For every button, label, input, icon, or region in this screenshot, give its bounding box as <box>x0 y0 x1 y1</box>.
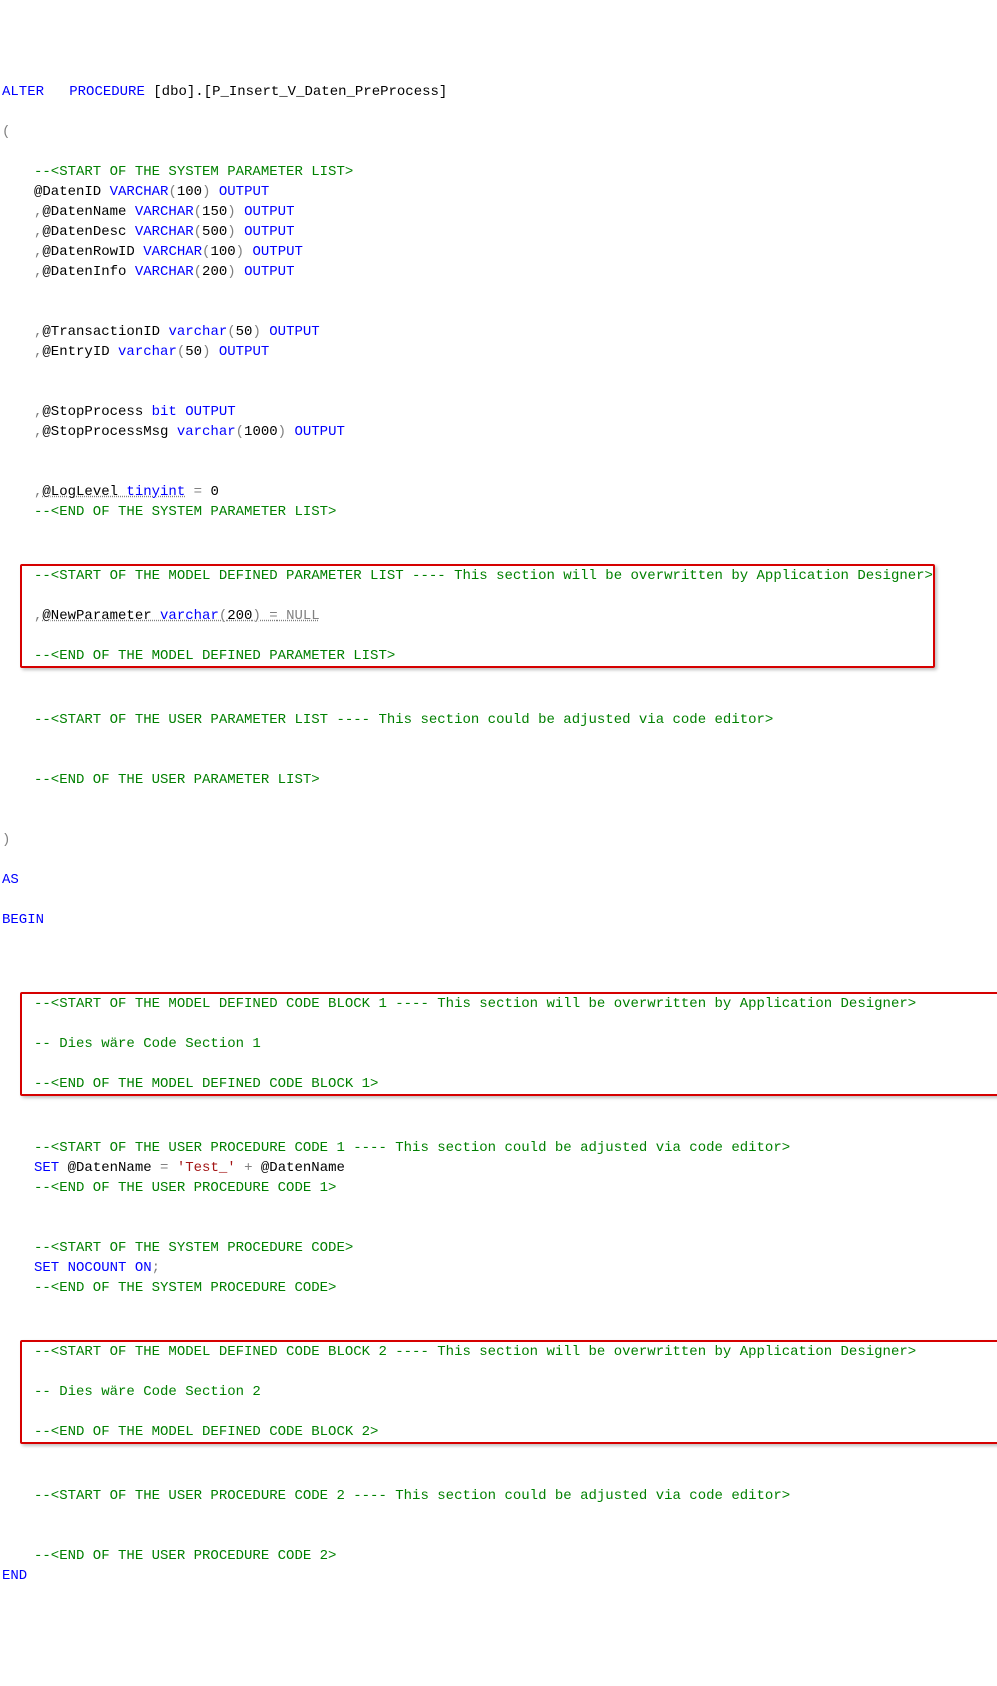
blank-line <box>2 282 997 302</box>
param-name: @DatenID <box>34 184 110 200</box>
comment: --<END OF THE SYSTEM PROCEDURE CODE> <box>34 1280 336 1296</box>
code-line: --<START OF THE USER PROCEDURE CODE 2 --… <box>2 1486 790 1506</box>
code-line: --<END OF THE USER PROCEDURE CODE 1> <box>2 1178 336 1198</box>
comment: --<END OF THE MODEL DEFINED PARAMETER LI… <box>34 648 395 664</box>
code-line: AS <box>2 870 997 890</box>
type: VARCHAR <box>110 184 169 200</box>
code-line: ,@DatenName VARCHAR(150) OUTPUT <box>2 202 295 222</box>
code-line: --<END OF THE USER PROCEDURE CODE 2> <box>2 1546 336 1566</box>
keyword-as: AS <box>2 872 19 888</box>
code-line: --<START OF THE USER PROCEDURE CODE 1 --… <box>2 1138 790 1158</box>
comment: -- Dies wäre Code Section 1 <box>34 1036 261 1052</box>
comment: --<END OF THE USER PROCEDURE CODE 1> <box>34 1180 336 1196</box>
comment: --<START OF THE USER PROCEDURE CODE 2 --… <box>34 1488 790 1504</box>
code-line: --<START OF THE MODEL DEFINED CODE BLOCK… <box>34 1342 997 1362</box>
comment: --<END OF THE MODEL DEFINED CODE BLOCK 2… <box>34 1424 378 1440</box>
code-line: BEGIN <box>2 910 997 930</box>
comment: --<START OF THE MODEL DEFINED CODE BLOCK… <box>34 1344 916 1360</box>
code-line: ) <box>2 830 997 850</box>
code-line: ( <box>2 122 997 142</box>
keyword-alter: ALTER <box>2 84 44 100</box>
code-line: SET @DatenName = 'Test_' + @DatenName <box>2 1158 345 1178</box>
blank-line <box>2 670 997 690</box>
code-line: --<START OF THE SYSTEM PROCEDURE CODE> <box>2 1238 353 1258</box>
code-line: --<END OF THE MODEL DEFINED CODE BLOCK 2… <box>34 1422 997 1442</box>
code-line: --<START OF THE MODEL DEFINED CODE BLOCK… <box>34 994 997 1014</box>
comment: --<START OF THE SYSTEM PARAMETER LIST> <box>34 164 353 180</box>
blank-line <box>2 950 997 970</box>
blank-line <box>2 362 997 382</box>
code-line: ,@LogLevel tinyint = 0 <box>2 482 219 502</box>
blank-line <box>2 1446 997 1466</box>
comment: --<END OF THE MODEL DEFINED CODE BLOCK 1… <box>34 1076 378 1092</box>
code-line: @DatenID VARCHAR(100) OUTPUT <box>2 182 269 202</box>
comment: --<END OF THE SYSTEM PARAMETER LIST> <box>34 504 336 520</box>
comment: --<END OF THE USER PROCEDURE CODE 2> <box>34 1548 336 1564</box>
code-line: ,@DatenRowID VARCHAR(100) OUTPUT <box>2 242 303 262</box>
blank-line <box>2 790 997 810</box>
highlight-box-model-params: --<START OF THE MODEL DEFINED PARAMETER … <box>20 564 935 668</box>
code-line: --<END OF THE SYSTEM PROCEDURE CODE> <box>2 1278 336 1298</box>
code-line: ,@DatenDesc VARCHAR(500) OUTPUT <box>2 222 295 242</box>
code-line: ,@NewParameter varchar(200) = NULL <box>34 606 933 626</box>
blank-line <box>2 442 997 462</box>
code-line: --<END OF THE MODEL DEFINED CODE BLOCK 1… <box>34 1074 997 1094</box>
blank-line <box>2 1198 997 1218</box>
blank-line <box>2 522 997 542</box>
code-line: --<START OF THE MODEL DEFINED PARAMETER … <box>34 566 933 586</box>
close-paren: ) <box>2 832 10 848</box>
comment: --<START OF THE MODEL DEFINED PARAMETER … <box>34 568 933 584</box>
param-name: @NewParameter <box>42 608 160 624</box>
code-line: --<START OF THE USER PARAMETER LIST ----… <box>2 710 773 730</box>
code-line: --<END OF THE MODEL DEFINED PARAMETER LI… <box>34 646 933 666</box>
code-line: END <box>2 1566 997 1586</box>
keyword-begin: BEGIN <box>2 912 44 928</box>
proc-name: [dbo].[P_Insert_V_Daten_PreProcess] <box>145 84 447 100</box>
code-line: ,@StopProcess bit OUTPUT <box>2 402 236 422</box>
comment: --<START OF THE USER PROCEDURE CODE 1 --… <box>34 1140 790 1156</box>
string-literal: 'Test_' <box>168 1160 244 1176</box>
code-line: -- Dies wäre Code Section 2 <box>34 1382 997 1402</box>
code-line: --<START OF THE SYSTEM PARAMETER LIST> <box>2 162 353 182</box>
comment: --<START OF THE SYSTEM PROCEDURE CODE> <box>34 1240 353 1256</box>
open-paren: ( <box>2 124 10 140</box>
blank-line <box>2 730 997 750</box>
code-line: ,@StopProcessMsg varchar(1000) OUTPUT <box>2 422 345 442</box>
keyword-end: END <box>2 1568 27 1584</box>
comment: --<END OF THE USER PARAMETER LIST> <box>34 772 320 788</box>
blank-line <box>2 1506 997 1526</box>
code-line: -- Dies wäre Code Section 1 <box>34 1034 997 1054</box>
comment: --<START OF THE USER PARAMETER LIST ----… <box>34 712 773 728</box>
code-line: ,@DatenInfo VARCHAR(200) OUTPUT <box>2 262 295 282</box>
blank-line <box>2 1298 997 1318</box>
blank-line <box>2 1098 997 1118</box>
code-line: ALTER PROCEDURE [dbo].[P_Insert_V_Daten_… <box>2 82 997 102</box>
output: OUTPUT <box>219 184 269 200</box>
param-name: @LogLevel <box>42 484 126 500</box>
code-line: SET NOCOUNT ON; <box>2 1258 160 1278</box>
keyword-set: SET <box>34 1260 59 1276</box>
code-line: --<END OF THE USER PARAMETER LIST> <box>2 770 320 790</box>
param-name: @DatenName <box>42 204 134 220</box>
keyword-set: SET <box>34 1160 59 1176</box>
comment: --<START OF THE MODEL DEFINED CODE BLOCK… <box>34 996 916 1012</box>
highlight-box-block2: --<START OF THE MODEL DEFINED CODE BLOCK… <box>20 1340 997 1444</box>
type: VARCHAR <box>135 204 194 220</box>
code-line: --<END OF THE SYSTEM PARAMETER LIST> <box>2 502 336 522</box>
code-line: ,@TransactionID varchar(50) OUTPUT <box>2 322 320 342</box>
num: 100 <box>177 184 202 200</box>
highlight-box-block1: --<START OF THE MODEL DEFINED CODE BLOCK… <box>20 992 997 1096</box>
comment: -- Dies wäre Code Section 2 <box>34 1384 261 1400</box>
code-line: ,@EntryID varchar(50) OUTPUT <box>2 342 269 362</box>
keyword-procedure: PROCEDURE <box>69 84 145 100</box>
